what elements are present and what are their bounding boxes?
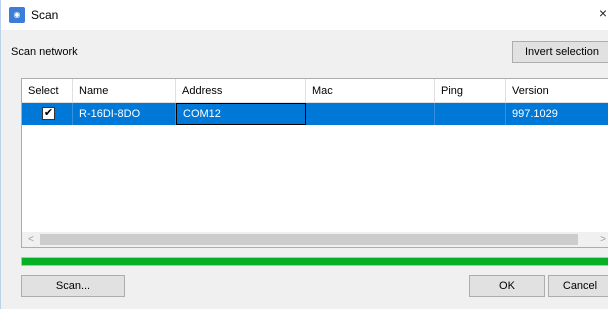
horizontal-scrollbar[interactable]: < > bbox=[22, 232, 608, 247]
ping-cell[interactable] bbox=[435, 103, 506, 125]
scan-app-icon: ◉ bbox=[9, 7, 25, 23]
close-icon[interactable]: × bbox=[599, 5, 607, 21]
scroll-right-icon[interactable]: > bbox=[596, 232, 608, 247]
address-cell[interactable]: COM12 bbox=[176, 103, 306, 125]
scrollbar-thumb[interactable] bbox=[40, 234, 578, 245]
column-header-version[interactable]: Version bbox=[506, 79, 608, 103]
scan-progress-fill bbox=[22, 258, 608, 265]
column-header-name[interactable]: Name bbox=[73, 79, 176, 103]
ok-button[interactable]: OK bbox=[469, 275, 545, 297]
scroll-left-icon[interactable]: < bbox=[24, 232, 38, 247]
table-row[interactable]: ✔ R-16DI-8DO COM12 997.1029 bbox=[22, 103, 608, 125]
title-bar[interactable]: ◉ Scan × bbox=[1, 0, 608, 31]
column-header-ping[interactable]: Ping bbox=[435, 79, 506, 103]
scan-progress-bar bbox=[21, 257, 608, 266]
scan-network-label: Scan network bbox=[11, 46, 78, 58]
column-header-address[interactable]: Address bbox=[176, 79, 306, 103]
invert-selection-button[interactable]: Invert selection bbox=[512, 41, 608, 63]
name-cell[interactable]: R-16DI-8DO bbox=[73, 103, 176, 125]
cancel-button[interactable]: Cancel bbox=[548, 275, 608, 297]
scan-dialog: ◉ Scan × Scan network Invert selection S… bbox=[0, 0, 608, 309]
mac-cell[interactable] bbox=[306, 103, 435, 125]
select-cell[interactable]: ✔ bbox=[22, 103, 73, 125]
grid-header: Select Name Address Mac Ping Version bbox=[22, 79, 608, 103]
column-header-mac[interactable]: Mac bbox=[306, 79, 435, 103]
window-title: Scan bbox=[31, 8, 59, 22]
device-grid[interactable]: Select Name Address Mac Ping Version ✔ R… bbox=[21, 78, 608, 248]
version-cell[interactable]: 997.1029 bbox=[506, 103, 608, 125]
column-header-select[interactable]: Select bbox=[22, 79, 73, 103]
row-select-checkbox[interactable]: ✔ bbox=[42, 107, 55, 120]
scan-button[interactable]: Scan... bbox=[21, 275, 125, 297]
